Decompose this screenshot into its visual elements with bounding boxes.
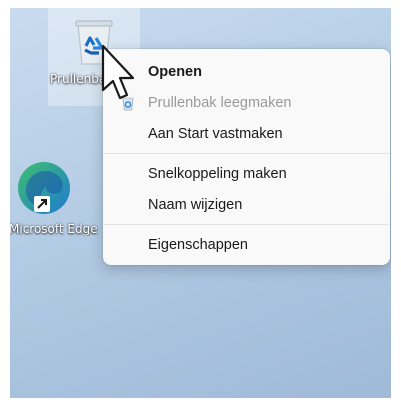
desktop-icon-label: Microsoft Edge: [10, 222, 98, 236]
menu-item-label: Openen: [148, 64, 202, 80]
menu-item-label: Prullenbak leegmaken: [148, 95, 292, 111]
edge-icon: [18, 162, 70, 214]
menu-item-openen[interactable]: Openen: [103, 59, 390, 85]
mouse-cursor-icon: [101, 44, 135, 100]
desktop[interactable]: Prullenbak Microsoft Edge Openen Prullen…: [10, 8, 391, 398]
menu-item-label: Aan Start vastmaken: [148, 126, 283, 142]
menu-separator: [104, 153, 389, 154]
menu-separator: [104, 224, 389, 225]
desktop-icon-edge[interactable]: Microsoft Edge: [10, 158, 98, 258]
menu-item-label: Naam wijzigen: [148, 197, 243, 213]
menu-item-prullenbak-leegmaken[interactable]: Prullenbak leegmaken: [103, 90, 390, 116]
context-menu: Openen Prullenbak leegmaken Aan Start va…: [103, 49, 390, 265]
menu-item-label: Eigenschappen: [148, 237, 248, 253]
menu-item-label: Snelkoppeling maken: [148, 166, 287, 182]
menu-item-snelkoppeling-maken[interactable]: Snelkoppeling maken: [103, 161, 390, 187]
menu-item-aan-start-vastmaken[interactable]: Aan Start vastmaken: [103, 121, 390, 147]
menu-item-naam-wijzigen[interactable]: Naam wijzigen: [103, 192, 390, 218]
menu-item-eigenschappen[interactable]: Eigenschappen: [103, 232, 390, 258]
